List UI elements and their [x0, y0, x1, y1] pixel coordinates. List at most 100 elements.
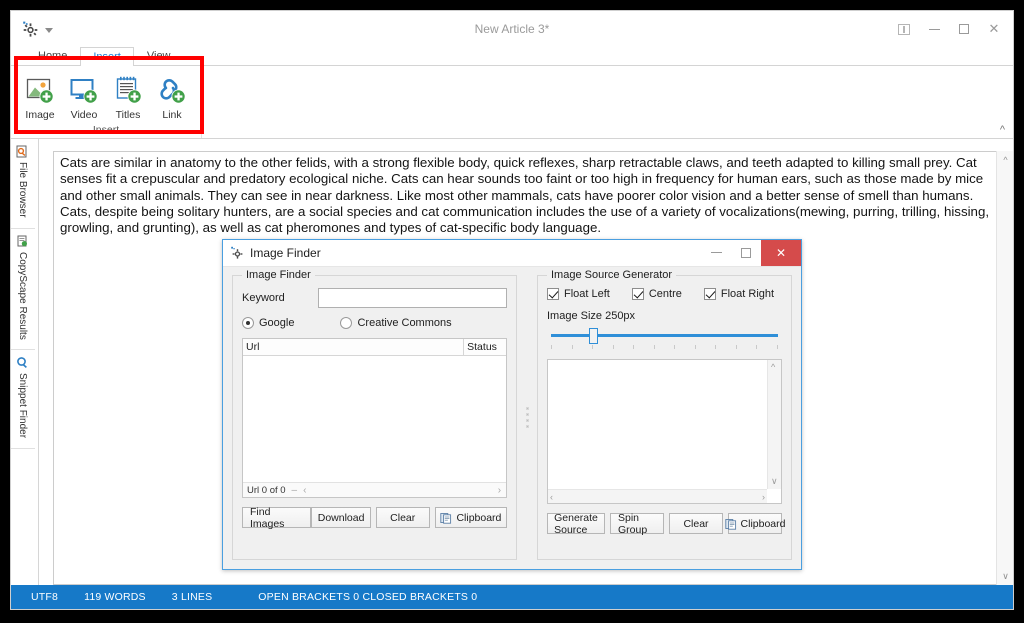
generate-source-button[interactable]: Generate Source: [547, 512, 605, 536]
slider-ticks: [551, 345, 778, 350]
splitter-grip-icon: [525, 407, 529, 428]
ribbon-display-options-button[interactable]: [889, 14, 919, 44]
dialog-title: Image Finder: [250, 246, 321, 260]
ribbon-options-icon: [898, 23, 910, 35]
insert-link-button[interactable]: Link: [151, 71, 193, 123]
find-images-button[interactable]: Find Images: [242, 506, 312, 530]
copy-urls-clipboard-button[interactable]: Clipboard: [434, 507, 508, 528]
titles-plus-icon: [113, 75, 144, 106]
status-brackets: OPEN BRACKETS 0 CLOSED BRACKETS 0: [258, 591, 478, 603]
grid-record-count: Url 0 of 0: [247, 484, 286, 496]
image-size-label: Image Size 250px: [547, 310, 636, 322]
tab-view[interactable]: View: [134, 46, 184, 65]
grid-footer: Url 0 of 0 – ‹ ›: [243, 482, 507, 497]
dialog-minimize-button[interactable]: [701, 240, 731, 266]
insert-video-button[interactable]: Video: [63, 71, 105, 123]
copyscape-icon: [16, 235, 29, 248]
image-size-slider[interactable]: [547, 328, 782, 350]
checkbox-float-left-label: Float Left: [564, 288, 610, 300]
sidebar-item-copyscape-results[interactable]: CopyScape Results: [11, 229, 35, 351]
tab-insert[interactable]: Insert: [80, 47, 134, 66]
application-window: New Article 3* ✕ Home Insert View Image …: [10, 10, 1014, 610]
copy-source-clipboard-button[interactable]: Clipboard: [724, 513, 785, 534]
checkbox-centre-box[interactable]: [631, 288, 644, 300]
image-source-generator-legend: Image Source Generator: [547, 269, 677, 281]
keyword-input[interactable]: [318, 288, 508, 308]
scroll-down-icon[interactable]: ∨: [997, 568, 1013, 585]
grid-scroll-right-icon[interactable]: ›: [498, 485, 506, 496]
close-button[interactable]: ✕: [979, 14, 1009, 44]
window-title: New Article 3*: [474, 22, 550, 36]
dialog-body: Image Finder Keyword Google Creative Com…: [223, 267, 801, 569]
scroll-left-icon[interactable]: ‹: [550, 492, 553, 502]
dialog-maximize-button[interactable]: [731, 240, 761, 266]
minimize-button[interactable]: [919, 14, 949, 44]
slider-thumb[interactable]: [589, 328, 599, 344]
keyword-row: Keyword: [242, 288, 508, 308]
maximize-button[interactable]: [949, 14, 979, 44]
grid-column-url[interactable]: Url: [243, 339, 465, 355]
checkbox-float-left[interactable]: Float Left: [547, 288, 610, 300]
status-line-count: 3 LINES: [171, 591, 213, 603]
grid-resize-icon[interactable]: –: [292, 485, 298, 496]
source-vertical-scrollbar[interactable]: ^ ∨: [767, 360, 781, 489]
video-plus-icon: [69, 75, 100, 106]
grid-navigator[interactable]: Url 0 of 0 – ‹: [243, 485, 498, 496]
clear-source-button[interactable]: Clear: [669, 513, 723, 534]
image-finder-button-row: Find Images Download Clear Clipboard: [242, 506, 508, 530]
scroll-up-icon[interactable]: ^: [997, 151, 1013, 168]
minimize-icon: [928, 28, 940, 30]
grid-header-row: Url Status: [243, 339, 507, 356]
grid-scroll-left-icon[interactable]: ‹: [303, 485, 306, 496]
checkbox-centre-label: Centre: [648, 288, 682, 300]
image-plus-icon: [25, 75, 56, 106]
radio-google-label[interactable]: Google: [259, 317, 294, 329]
sidebar-item-file-browser[interactable]: File Browser: [11, 139, 35, 229]
spin-group-button[interactable]: Spin Group: [610, 512, 664, 536]
sidebar-item-snippet-finder[interactable]: Snippet Finder: [11, 350, 35, 450]
maximize-icon: [741, 247, 751, 258]
status-word-count: 119 WORDS: [84, 591, 146, 603]
scroll-down-icon[interactable]: ∨: [771, 476, 778, 487]
generated-source-textarea[interactable]: ^ ∨ ‹ ›: [547, 359, 782, 504]
checkbox-float-right[interactable]: Float Right: [703, 288, 775, 300]
image-source-generator-group: Image Source Generator Float Left Centre…: [537, 269, 792, 560]
clipboard-icon: [440, 512, 452, 524]
radio-google-indicator[interactable]: [242, 317, 254, 329]
grid-column-status[interactable]: Status: [464, 339, 506, 355]
status-bar: UTF8 119 WORDS 3 LINES OPEN BRACKETS 0 C…: [11, 585, 1013, 609]
quick-access-toolbar[interactable]: [11, 11, 53, 47]
sidebar-item-snippet-finder-label: Snippet Finder: [17, 373, 28, 439]
title-bar: New Article 3* ✕: [11, 11, 1013, 47]
panel-splitter[interactable]: [517, 275, 537, 560]
tab-home[interactable]: Home: [25, 46, 80, 65]
ribbon-group-insert: Image Video Titles Link Insert: [11, 66, 202, 138]
clear-urls-button[interactable]: Clear: [375, 507, 430, 528]
dialog-window-controls: ✕: [701, 239, 801, 267]
checkbox-float-left-box[interactable]: [547, 288, 559, 300]
insert-titles-button[interactable]: Titles: [107, 71, 149, 123]
maximize-icon: [959, 24, 969, 34]
radio-creative-commons-indicator[interactable]: [340, 317, 353, 329]
checkbox-centre[interactable]: Centre: [631, 288, 682, 300]
ribbon-tab-strip: Home Insert View: [11, 47, 1013, 66]
scroll-right-icon[interactable]: ›: [762, 492, 765, 502]
insert-image-button[interactable]: Image: [19, 71, 61, 123]
checkbox-float-right-box[interactable]: [703, 288, 716, 300]
chevron-up-icon[interactable]: ^: [1000, 124, 1005, 136]
gear-icon[interactable]: [21, 20, 39, 38]
radio-creative-commons-label[interactable]: Creative Commons: [357, 317, 451, 329]
editor-vertical-scrollbar[interactable]: ^ ∨: [996, 151, 1013, 585]
scroll-up-icon[interactable]: ^: [771, 362, 775, 372]
chevron-down-icon[interactable]: [45, 28, 53, 33]
source-horizontal-scrollbar[interactable]: ‹ ›: [548, 489, 767, 503]
image-finder-group: Image Finder Keyword Google Creative Com…: [232, 269, 518, 560]
checkbox-float-right-label: Float Right: [720, 288, 775, 300]
minimize-icon: [710, 252, 722, 253]
url-results-grid[interactable]: Url Status Url 0 of 0 – ‹ ›: [242, 338, 508, 498]
snippet-finder-icon: [16, 356, 29, 369]
file-browser-icon: [16, 145, 29, 158]
download-button[interactable]: Download: [311, 507, 371, 528]
grid-rows[interactable]: [243, 356, 507, 482]
dialog-close-button[interactable]: ✕: [761, 239, 801, 266]
